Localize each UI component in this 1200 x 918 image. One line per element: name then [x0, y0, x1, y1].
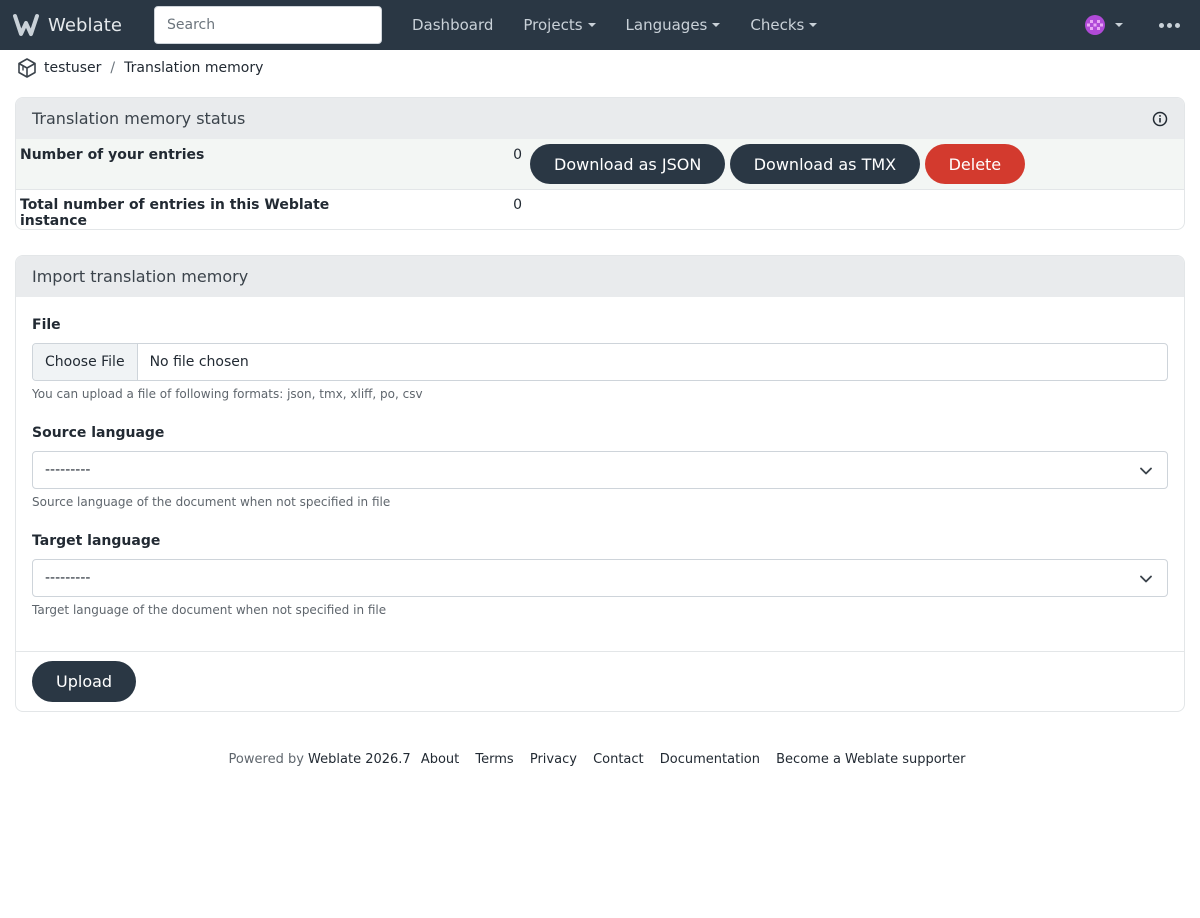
download-json-button[interactable]: Download as JSON — [530, 144, 726, 184]
source-language-value: --------- — [45, 461, 91, 478]
powered-by-text: Powered by — [228, 751, 304, 767]
avatar — [1085, 15, 1105, 35]
target-language-label: Target language — [32, 532, 161, 549]
target-language-select[interactable]: --------- — [32, 558, 1168, 597]
delete-button[interactable]: Delete — [924, 144, 1026, 184]
info-icon[interactable] — [1152, 111, 1168, 127]
row-actions — [526, 189, 1184, 229]
more-menu-icon[interactable] — [1155, 19, 1184, 32]
status-panel-title: Translation memory status — [32, 109, 246, 128]
caret-down-icon — [712, 23, 721, 27]
breadcrumb-user-link[interactable]: testuser — [44, 60, 101, 76]
status-panel: Translation memory status Number of your… — [15, 97, 1185, 230]
chevron-down-icon — [1140, 467, 1152, 474]
row-actions: Download as JSON Download as TMX Delete — [526, 139, 1184, 189]
footer-version-link[interactable]: Weblate 2026.7 — [308, 752, 411, 767]
caret-down-icon — [587, 23, 596, 27]
source-language-label: Source language — [32, 424, 165, 441]
row-label: Total number of entries in this Weblate … — [20, 196, 330, 229]
source-language-help: Source language of the document when not… — [32, 494, 391, 509]
chevron-down-icon — [1140, 575, 1152, 582]
nav-languages-label: Languages — [625, 16, 708, 34]
row-value: 0 — [513, 147, 522, 163]
row-label: Number of your entries — [20, 147, 205, 163]
nav-checks[interactable]: Checks — [735, 0, 832, 50]
breadcrumb: testuser / Translation memory — [0, 50, 1200, 86]
caret-down-icon — [809, 23, 818, 27]
caret-down-icon — [1115, 23, 1123, 27]
nav-dashboard[interactable]: Dashboard — [397, 0, 508, 50]
brand-link[interactable]: Weblate — [12, 13, 142, 37]
choose-file-button[interactable]: Choose File — [33, 343, 138, 380]
search-input[interactable] — [154, 6, 382, 44]
footer-link-supporter[interactable]: Become a Weblate supporter — [776, 752, 965, 767]
footer-link-privacy[interactable]: Privacy — [530, 752, 577, 767]
import-panel-footer: Upload — [16, 650, 1184, 711]
nav-checks-label: Checks — [750, 16, 805, 34]
footer-link-documentation[interactable]: Documentation — [660, 752, 760, 767]
upload-button[interactable]: Upload — [32, 660, 137, 702]
weblate-logo-icon — [13, 14, 39, 36]
nav-projects[interactable]: Projects — [508, 0, 610, 50]
top-navbar: Weblate Dashboard Projects Languages Che… — [0, 0, 1200, 50]
table-row: Total number of entries in this Weblate … — [16, 189, 1184, 229]
brand-name: Weblate — [48, 14, 123, 36]
footer-link-about[interactable]: About — [421, 752, 459, 767]
powered-by: Powered by Weblate 2026.7 — [229, 752, 415, 767]
breadcrumb-current: Translation memory — [124, 60, 264, 76]
import-panel: Import translation memory File Choose Fi… — [15, 254, 1185, 712]
target-language-help: Target language of the document when not… — [32, 602, 387, 617]
user-cube-icon — [18, 58, 36, 78]
target-language-value: --------- — [45, 569, 91, 586]
footer-link-contact[interactable]: Contact — [593, 752, 644, 767]
status-panel-heading: Translation memory status — [16, 98, 1184, 139]
file-help-text: You can upload a file of following forma… — [32, 386, 423, 401]
row-value: 0 — [513, 196, 522, 213]
file-name-text: No file chosen — [149, 353, 249, 370]
user-menu[interactable] — [1085, 15, 1123, 35]
table-row: Number of your entries 0 Download as JSO… — [16, 139, 1184, 189]
status-table: Number of your entries 0 Download as JSO… — [16, 139, 1184, 229]
nav-right — [1085, 0, 1200, 50]
file-input[interactable]: Choose File No file chosen — [32, 342, 1168, 381]
import-panel-body: File Choose File No file chosen You can … — [16, 297, 1184, 617]
footer-link-terms[interactable]: Terms — [475, 752, 513, 767]
download-tmx-button[interactable]: Download as TMX — [729, 144, 921, 184]
source-language-select[interactable]: --------- — [32, 450, 1168, 489]
nav-dashboard-label: Dashboard — [412, 16, 494, 34]
breadcrumb-separator: / — [110, 60, 116, 76]
nav-projects-label: Projects — [523, 16, 583, 34]
import-panel-title: Import translation memory — [32, 266, 249, 286]
import-panel-heading: Import translation memory — [16, 255, 1184, 297]
nav-languages[interactable]: Languages — [611, 0, 736, 50]
main-nav: Dashboard Projects Languages Checks — [397, 0, 832, 50]
page-footer: Powered by Weblate 2026.7 About Terms Pr… — [0, 752, 1200, 767]
file-label: File — [32, 316, 61, 333]
